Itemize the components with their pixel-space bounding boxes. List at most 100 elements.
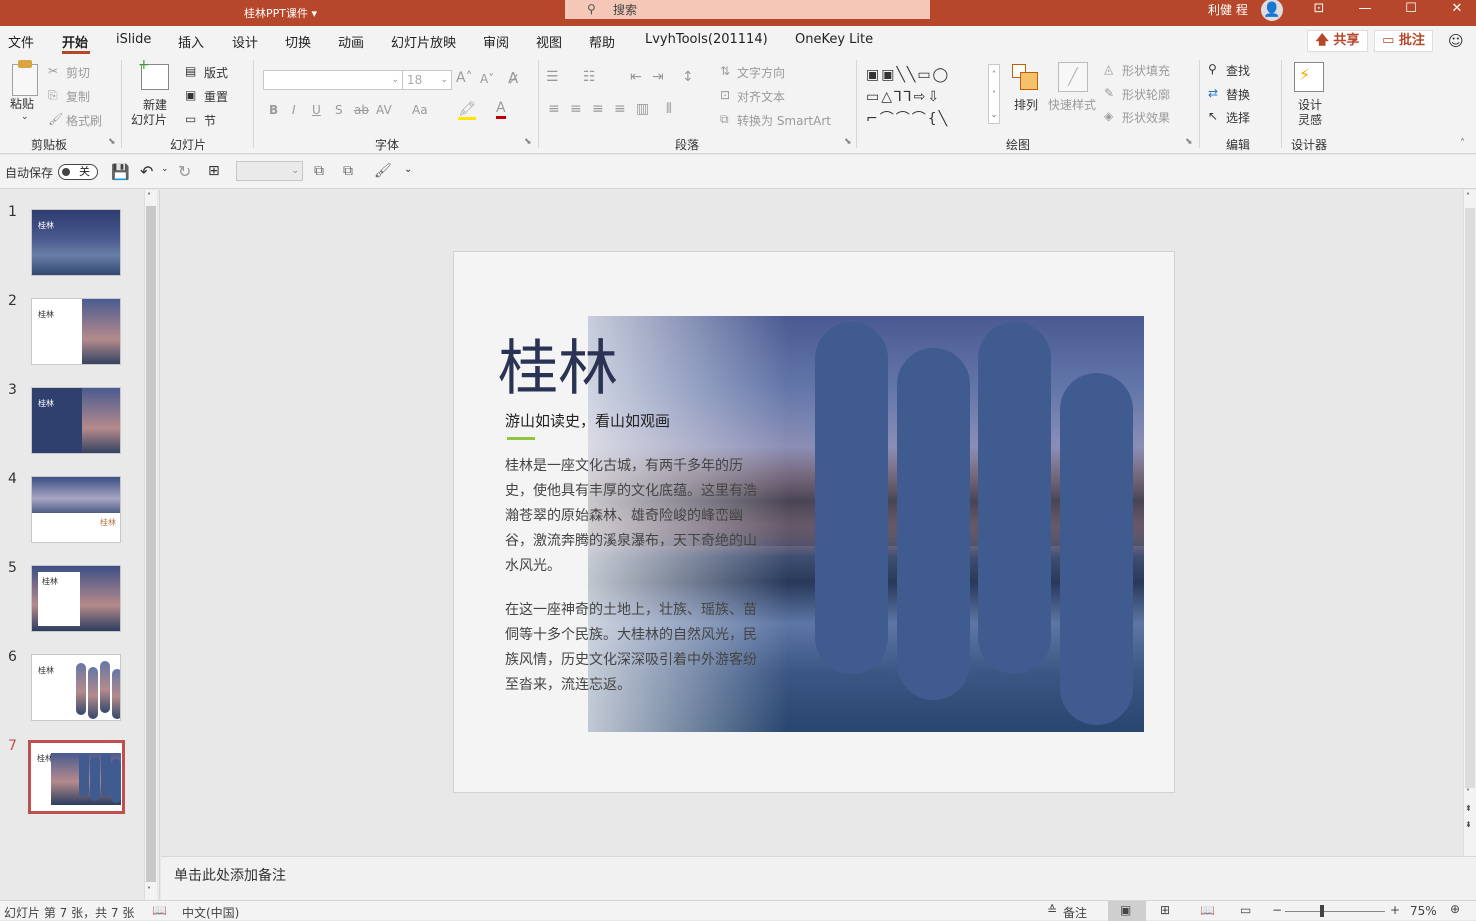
notes-toggle-button[interactable]: 备注: [1063, 904, 1087, 921]
replace-button[interactable]: 替换: [1226, 86, 1250, 103]
previous-slide-icon[interactable]: ⇞: [1465, 804, 1472, 813]
slide-thumbnail-6[interactable]: 桂林: [31, 654, 121, 721]
section-icon[interactable]: ▭: [185, 112, 196, 126]
shape-outline-button[interactable]: 形状轮廓: [1122, 86, 1170, 103]
shapes-gallery[interactable]: ▣▣╲╲▭◯ ▭△⅂⅂⇨⇩ ⌐⌒⌒⌒{╲: [866, 64, 986, 127]
group-objects-icon[interactable]: ⧉: [314, 163, 324, 179]
clipboard-launcher-icon[interactable]: ⬊: [108, 137, 116, 147]
editor-vertical-scrollbar[interactable]: ˄ ˅ ⇞ ⇟: [1463, 190, 1476, 856]
tab-animations[interactable]: 动画: [338, 32, 364, 51]
increase-indent-icon[interactable]: ⇥: [652, 69, 664, 85]
font-name-combo[interactable]: ⌄: [263, 70, 403, 90]
fit-to-window-icon[interactable]: ⊕: [1450, 902, 1460, 916]
slide-thumbnail-5[interactable]: 桂林: [31, 565, 121, 632]
tab-transitions[interactable]: 切换: [285, 32, 311, 51]
paste-button[interactable]: 粘贴: [10, 95, 34, 112]
change-case-button[interactable]: Aa: [412, 103, 428, 117]
drawing-launcher-icon[interactable]: ⬊: [1185, 137, 1193, 147]
arrange-button[interactable]: 排列: [1014, 96, 1038, 113]
shape-outline-icon[interactable]: ✎: [1104, 86, 1114, 100]
format-painter-button[interactable]: 格式刷: [66, 112, 102, 129]
text-direction-icon[interactable]: ⇅: [720, 64, 730, 78]
undo-icon[interactable]: ↶: [140, 162, 153, 181]
close-button[interactable]: ✕: [1434, 0, 1476, 20]
shape-fill-icon[interactable]: ◬: [1104, 62, 1113, 76]
align-text-icon[interactable]: ⊡: [720, 88, 730, 102]
convert-smartart-button[interactable]: 转换为 SmartArt: [737, 112, 831, 129]
slide-title[interactable]: 桂林: [498, 336, 618, 402]
numbering-icon[interactable]: ☷: [583, 69, 596, 85]
reset-icon[interactable]: ▣: [185, 88, 196, 102]
slide-thumbnail-2[interactable]: 桂林: [31, 298, 121, 365]
tab-lvyhtools[interactable]: LvyhTools(201114): [645, 32, 768, 47]
qat-combo[interactable]: ⌄: [236, 161, 303, 181]
font-size-combo[interactable]: 18 ⌄: [402, 70, 452, 90]
italic-button[interactable]: I: [292, 103, 296, 117]
tab-home[interactable]: 开始: [62, 32, 88, 51]
avatar[interactable]: 👤: [1261, 0, 1283, 21]
find-icon[interactable]: ⚲: [1208, 62, 1217, 76]
copy-icon[interactable]: ⎘: [48, 88, 58, 103]
arrange-icon[interactable]: [1012, 64, 1040, 92]
format-painter-qat-icon[interactable]: 🖌: [374, 163, 392, 179]
align-center-icon[interactable]: ≡: [570, 101, 582, 117]
tab-onekey[interactable]: OneKey Lite: [795, 32, 873, 47]
decorative-pill-shape[interactable]: [897, 348, 970, 700]
new-slide-label-2[interactable]: 幻灯片: [131, 111, 167, 128]
feedback-icon[interactable]: ☺: [1448, 32, 1464, 50]
decrease-indent-icon[interactable]: ⇤: [630, 69, 642, 85]
align-left-icon[interactable]: ≡: [548, 101, 560, 117]
section-button[interactable]: 节: [204, 112, 216, 129]
collapse-ribbon-icon[interactable]: ˄: [1460, 138, 1465, 149]
decorative-pill-shape[interactable]: [815, 322, 888, 674]
undo-dropdown-icon[interactable]: ⌄: [161, 164, 169, 174]
customize-qat-icon[interactable]: ⌄: [404, 164, 412, 175]
slide-subtitle[interactable]: 游山如读史，看山如观画: [505, 410, 670, 431]
cut-icon[interactable]: ✂: [48, 64, 58, 78]
tab-file[interactable]: 文件: [8, 32, 34, 51]
highlight-icon[interactable]: 🖍: [458, 101, 476, 120]
slide-thumbnail-4[interactable]: 桂林: [31, 476, 121, 543]
tab-insert[interactable]: 插入: [178, 32, 204, 51]
font-color-icon[interactable]: A: [496, 100, 506, 119]
thumbnail-scrollbar[interactable]: ˄ ˅: [144, 190, 157, 900]
columns-icon[interactable]: ⫴: [666, 101, 672, 117]
autosave-toggle[interactable]: 关: [58, 164, 98, 180]
tab-slideshow[interactable]: 幻灯片放映: [391, 32, 456, 51]
reset-button[interactable]: 重置: [204, 88, 228, 105]
next-slide-icon[interactable]: ⇟: [1465, 820, 1472, 829]
slideshow-view-icon[interactable]: ▭: [1240, 903, 1251, 917]
user-name[interactable]: 利健 程: [1208, 1, 1248, 18]
reading-view-icon[interactable]: 📖: [1200, 903, 1215, 917]
find-button[interactable]: 查找: [1226, 62, 1250, 79]
font-launcher-icon[interactable]: ⬊: [524, 137, 532, 147]
document-title[interactable]: 桂林PPT课件 ▾: [244, 5, 317, 21]
text-direction-button[interactable]: 文字方向: [737, 64, 785, 81]
slide-thumbnail-1[interactable]: 桂林: [31, 209, 121, 276]
save-icon[interactable]: 💾: [111, 163, 130, 181]
quick-styles-icon[interactable]: ╱: [1058, 62, 1088, 92]
cut-button[interactable]: 剪切: [66, 64, 90, 81]
slide-sorter-icon[interactable]: ⊞: [1160, 903, 1170, 917]
layout-icon[interactable]: ▤: [185, 64, 196, 78]
bring-forward-icon[interactable]: ⧉: [343, 163, 353, 179]
underline-button[interactable]: U: [312, 103, 321, 117]
zoom-slider[interactable]: [1285, 911, 1385, 912]
grow-font-icon[interactable]: A˄: [456, 70, 473, 86]
search-box[interactable]: ⚲ 搜索: [565, 0, 930, 19]
decorative-pill-shape[interactable]: [1060, 373, 1133, 725]
design-ideas-icon[interactable]: ⚡: [1294, 62, 1324, 92]
zoom-in-icon[interactable]: +: [1390, 903, 1400, 917]
zoom-slider-thumb[interactable]: [1320, 905, 1324, 917]
shape-fill-button[interactable]: 形状填充: [1122, 62, 1170, 79]
slide-paragraph-1[interactable]: 桂林是一座文化古城，有两千多年的历史，使他具有丰厚的文化底蕴。这里有浩瀚苍翠的原…: [505, 454, 763, 579]
slide-canvas[interactable]: 桂林 游山如读史，看山如观画 桂林是一座文化古城，有两千多年的历史，使他具有丰厚…: [453, 251, 1175, 793]
normal-view-button[interactable]: ▣: [1108, 901, 1146, 921]
slide-thumbnail-7[interactable]: 桂林: [28, 740, 125, 814]
smartart-icon[interactable]: ⧉: [720, 112, 729, 127]
layout-button[interactable]: 版式: [204, 64, 228, 81]
notes-toggle-icon[interactable]: ≙: [1047, 903, 1057, 917]
line-spacing-icon[interactable]: ↕: [682, 69, 694, 85]
zoom-level[interactable]: 75%: [1410, 904, 1437, 918]
clear-formatting-icon[interactable]: A̷: [508, 69, 518, 87]
